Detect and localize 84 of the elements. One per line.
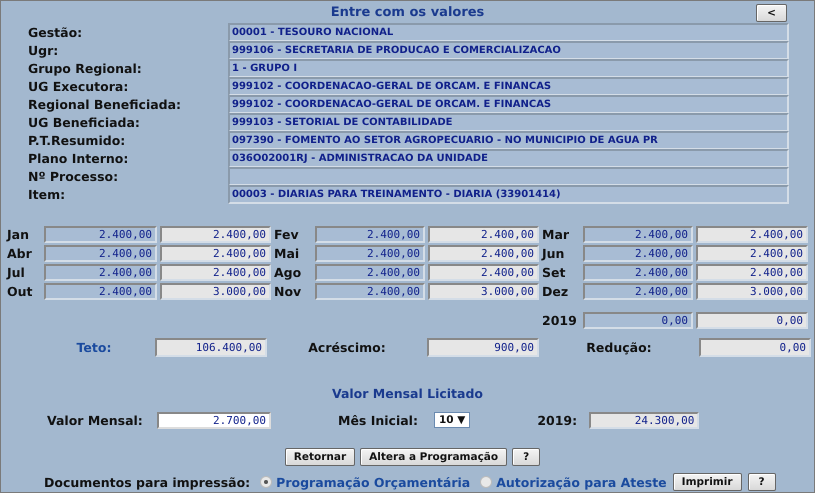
value-field[interactable]: 2.400,00 [428, 245, 539, 262]
value-field[interactable]: 2.400,00 [160, 264, 271, 281]
value-field[interactable]: 2.400,00 [315, 264, 425, 281]
radio-label[interactable]: Programação Orçamentária [276, 474, 470, 490]
action-button[interactable]: ? [512, 448, 540, 466]
year-label: 2019 [542, 312, 578, 329]
month-label: Mar [542, 226, 570, 243]
value-input[interactable]: 2.700,00 [157, 412, 271, 428]
value-field[interactable]: 2.400,00 [583, 264, 693, 281]
value-field[interactable]: 2.400,00 [44, 226, 157, 243]
value-field[interactable]: 2.400,00 [44, 264, 157, 281]
field-label: Mês Inicial: [338, 412, 419, 428]
value-field[interactable]: 2.400,00 [696, 245, 808, 262]
month-label: Nov [274, 283, 302, 300]
text-field[interactable]: 036O02001RJ - ADMINISTRACAO DA UNIDADE [228, 148, 789, 168]
radio-button[interactable] [480, 476, 492, 488]
value-field[interactable]: 2.400,00 [315, 283, 425, 300]
value-field[interactable]: 0,00 [696, 312, 808, 329]
radio-button[interactable] [260, 476, 272, 488]
month-dropdown[interactable]: 10 ▼ [434, 412, 470, 428]
month-label: Jul [7, 264, 26, 281]
value-field[interactable]: 2.400,00 [160, 226, 271, 243]
value-field[interactable]: 2.400,00 [428, 264, 539, 281]
value-field[interactable]: 0,00 [583, 312, 693, 329]
value-field[interactable]: 2.400,00 [428, 226, 539, 243]
radio-label[interactable]: Autorização para Ateste [496, 474, 667, 490]
month-label: Mai [274, 245, 300, 262]
value-field[interactable]: 24.300,00 [589, 412, 700, 428]
action-button[interactable]: Retornar [284, 448, 356, 466]
field-label: UG Executora: [27, 78, 130, 94]
total-field[interactable]: 900,00 [427, 338, 539, 357]
text-field[interactable]: 999103 - SETORIAL DE CONTABILIDADE [228, 112, 789, 132]
field-label: Item: [27, 186, 66, 202]
value-field[interactable]: 2.400,00 [583, 245, 693, 262]
field-label: Ugr: [27, 42, 60, 58]
value-field[interactable]: 2.400,00 [315, 245, 425, 262]
text-field[interactable]: 999106 - SECRETARIA DE PRODUCAO E COMERCIALIZACAO [228, 40, 789, 60]
print-button[interactable]: Imprimir [672, 473, 742, 491]
total-label: Acréscimo: [307, 339, 387, 357]
field-label: 2019: [537, 412, 578, 428]
text-field[interactable]: 1 - GRUPO I [228, 58, 789, 78]
text-field[interactable]: 097390 - FOMENTO AO SETOR AGROPECUARIO - NO MUNICIPIO DE AGUA PR [228, 130, 789, 150]
month-label: Dez [542, 283, 570, 300]
value-field[interactable]: 2.400,00 [44, 283, 157, 300]
total-label: Teto: [76, 339, 112, 357]
text-field[interactable]: 999102 - COORDENACAO-GERAL DE ORCAM. E FINANCAS [228, 94, 789, 114]
field-label: Nº Processo: [27, 168, 120, 184]
print-label: Documentos para impressão: [44, 474, 250, 490]
text-field[interactable]: 00001 - TESOURO NACIONAL [228, 22, 789, 42]
total-label: Redução: [585, 339, 653, 357]
field-label: Plano Interno: [27, 150, 130, 166]
month-label: Out [7, 283, 34, 300]
print-button[interactable]: ? [748, 473, 776, 491]
field-label: Grupo Regional: [27, 60, 143, 76]
month-label: Set [542, 264, 566, 281]
value-field[interactable]: 3.000,00 [160, 283, 271, 300]
total-field[interactable]: 106.400,00 [155, 338, 267, 357]
back-button[interactable]: < [756, 4, 787, 22]
month-label: Fev [274, 226, 300, 243]
field-label: Valor Mensal: [47, 412, 144, 428]
form-title: Entre com os valores [330, 4, 484, 20]
value-field[interactable]: 2.400,00 [583, 226, 693, 243]
month-label: Jan [7, 226, 30, 243]
value-field[interactable]: 3.000,00 [428, 283, 539, 300]
text-field[interactable]: 00003 - DIARIAS PARA TREINAMENTO - DIARIA (33901414) [228, 184, 789, 204]
field-label: Gestão: [27, 24, 84, 40]
value-field[interactable]: 2.400,00 [160, 245, 271, 262]
field-label: UG Beneficiada: [27, 114, 141, 130]
month-label: Abr [7, 245, 33, 262]
section-title: Valor Mensal Licitado [330, 386, 484, 401]
text-field[interactable]: 999102 - COORDENACAO-GERAL DE ORCAM. E FINANCAS [228, 76, 789, 96]
field-label: Regional Beneficiada: [27, 96, 182, 112]
value-field[interactable]: 2.400,00 [696, 226, 808, 243]
value-field[interactable]: 3.000,00 [696, 283, 808, 300]
month-label: Ago [274, 264, 302, 281]
value-field[interactable]: 2.400,00 [44, 245, 157, 262]
action-button[interactable]: Altera a Programação [360, 448, 508, 466]
month-label: Jun [542, 245, 566, 262]
total-field[interactable]: 0,00 [699, 338, 811, 357]
value-field[interactable]: 2.400,00 [696, 264, 808, 281]
field-label: P.T.Resumido: [27, 132, 126, 148]
text-field[interactable] [228, 166, 789, 186]
value-field[interactable]: 2.400,00 [315, 226, 425, 243]
value-field[interactable]: 2.400,00 [583, 283, 693, 300]
